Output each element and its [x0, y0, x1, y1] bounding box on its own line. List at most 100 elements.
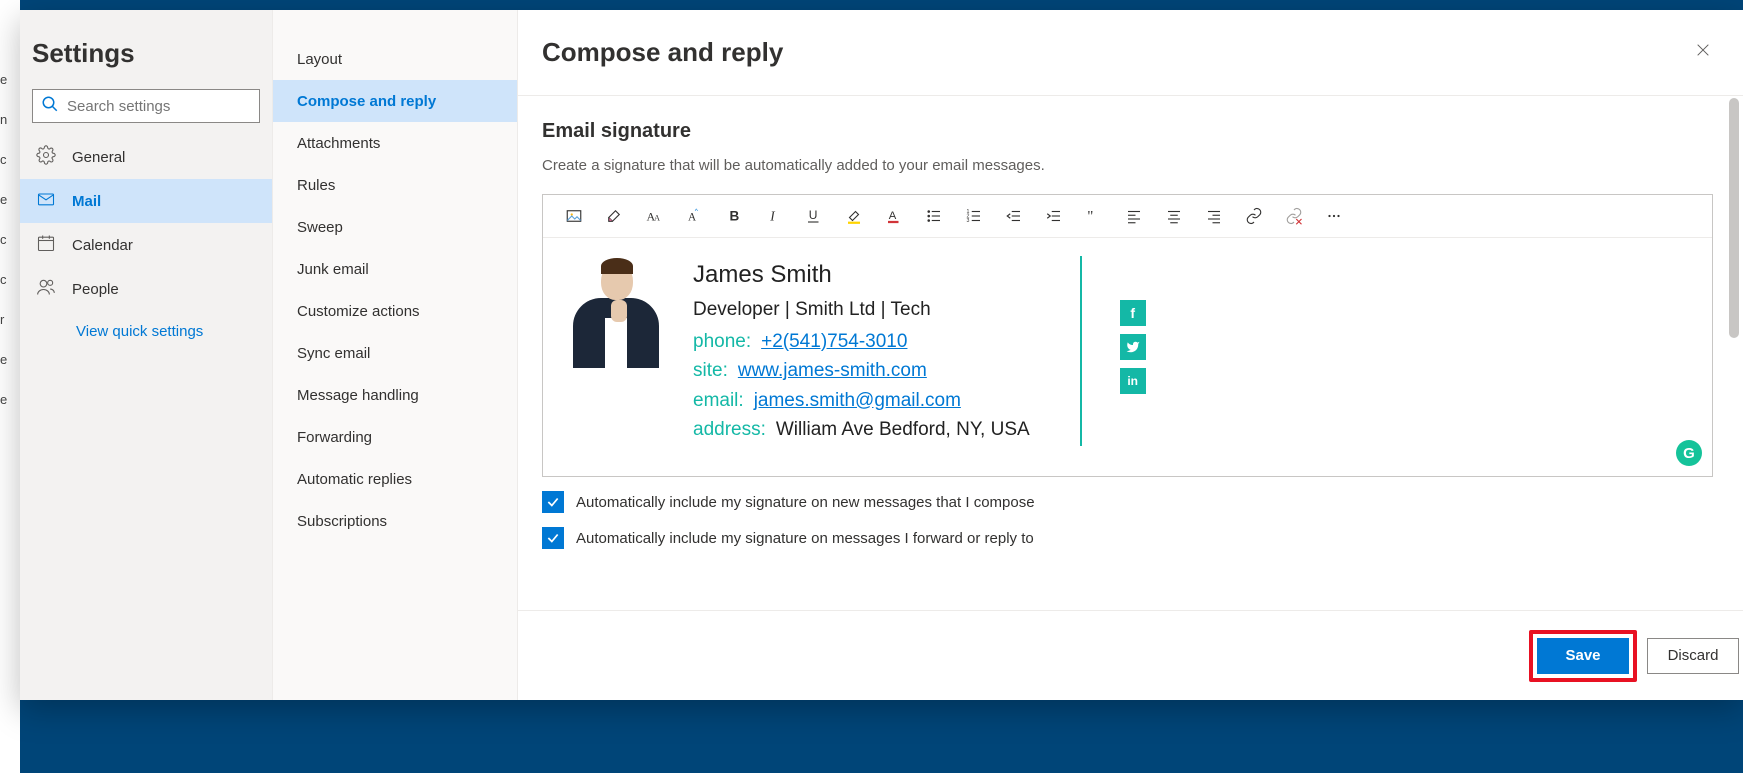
insert-link-icon[interactable]: [1245, 207, 1263, 225]
decrease-indent-icon[interactable]: [1005, 207, 1023, 225]
svg-text:B: B: [730, 209, 740, 224]
linkedin-icon[interactable]: in: [1120, 368, 1146, 394]
signature-editor: AA A^ B I U A 123 ": [542, 194, 1713, 477]
subnav-layout[interactable]: Layout: [273, 38, 517, 80]
insert-image-icon[interactable]: [565, 207, 583, 225]
subnav-customize-actions[interactable]: Customize actions: [273, 290, 517, 332]
subnav-message-handling[interactable]: Message handling: [273, 374, 517, 416]
phone-label: phone:: [693, 327, 751, 356]
font-family-icon[interactable]: AA: [645, 207, 663, 225]
check-reply-forward-label: Automatically include my signature on me…: [576, 530, 1034, 547]
svg-text:^: ^: [695, 208, 699, 215]
mail-icon: [36, 189, 72, 213]
save-highlight-annotation: Save: [1529, 630, 1637, 682]
subnav-sweep[interactable]: Sweep: [273, 206, 517, 248]
bulleted-list-icon[interactable]: [925, 207, 943, 225]
sidebar-item-label: General: [72, 149, 125, 166]
signature-divider: [1080, 256, 1082, 446]
subnav-automatic-replies[interactable]: Automatic replies: [273, 458, 517, 500]
footer: Save Discard: [518, 610, 1743, 700]
check-new-messages-row: Automatically include my signature on ne…: [542, 491, 1713, 513]
signature-name: James Smith: [693, 256, 1030, 293]
sidebar-item-people[interactable]: People: [20, 267, 272, 311]
underline-icon[interactable]: U: [805, 207, 823, 225]
mail-subnav: Layout Compose and reply Attachments Rul…: [273, 10, 518, 700]
settings-title: Settings: [20, 38, 272, 89]
svg-text:A: A: [889, 210, 897, 222]
sidebar-item-label: People: [72, 281, 119, 298]
section-description: Create a signature that will be automati…: [542, 157, 1713, 174]
sidebar-item-general[interactable]: General: [20, 135, 272, 179]
checkbox-reply-forward[interactable]: [542, 527, 564, 549]
main-panel: Compose and reply Email signature Create…: [518, 10, 1743, 700]
subnav-compose-reply[interactable]: Compose and reply: [273, 80, 517, 122]
search-settings-box[interactable]: [32, 89, 260, 123]
site-label: site:: [693, 356, 728, 385]
email-link[interactable]: james.smith@gmail.com: [754, 386, 961, 415]
font-size-icon[interactable]: A^: [685, 207, 703, 225]
quote-icon[interactable]: ": [1085, 207, 1103, 225]
checkbox-new-messages[interactable]: [542, 491, 564, 513]
subnav-forwarding[interactable]: Forwarding: [273, 416, 517, 458]
editor-content[interactable]: James Smith Developer | Smith Ltd | Tech…: [543, 238, 1712, 476]
align-right-icon[interactable]: [1205, 207, 1223, 225]
align-center-icon[interactable]: [1165, 207, 1183, 225]
svg-text:I: I: [769, 209, 776, 224]
editor-toolbar: AA A^ B I U A 123 ": [543, 195, 1712, 238]
signature-photo: [565, 256, 665, 368]
sidebar-item-label: Calendar: [72, 237, 133, 254]
numbered-list-icon[interactable]: 123: [965, 207, 983, 225]
facebook-icon[interactable]: f: [1120, 300, 1146, 326]
search-icon: [41, 95, 67, 118]
address-label: address:: [693, 415, 766, 444]
align-left-icon[interactable]: [1125, 207, 1143, 225]
remove-link-icon[interactable]: [1285, 207, 1303, 225]
font-color-icon[interactable]: A: [885, 207, 903, 225]
sidebar-item-mail[interactable]: Mail: [20, 179, 272, 223]
twitter-icon[interactable]: [1120, 334, 1146, 360]
sidebar-item-calendar[interactable]: Calendar: [20, 223, 272, 267]
subnav-attachments[interactable]: Attachments: [273, 122, 517, 164]
check-reply-forward-row: Automatically include my signature on me…: [542, 527, 1713, 549]
sidebar-item-label: Mail: [72, 193, 101, 210]
subnav-sync-email[interactable]: Sync email: [273, 332, 517, 374]
social-icons: f in: [1120, 256, 1146, 394]
main-header: Compose and reply: [518, 10, 1743, 96]
discard-button[interactable]: Discard: [1647, 638, 1739, 674]
calendar-icon: [36, 233, 72, 257]
obscured-background: enceccree: [0, 0, 20, 773]
address-value: William Ave Bedford, NY, USA: [776, 415, 1030, 444]
subnav-rules[interactable]: Rules: [273, 164, 517, 206]
subnav-subscriptions[interactable]: Subscriptions: [273, 500, 517, 542]
highlight-icon[interactable]: [845, 207, 863, 225]
svg-text:": ": [1087, 209, 1093, 225]
grammarly-icon[interactable]: G: [1676, 440, 1702, 466]
settings-modal: Settings General Mail Calendar People Vi…: [20, 10, 1743, 700]
svg-text:A: A: [654, 214, 660, 223]
people-icon: [36, 277, 72, 301]
page-title: Compose and reply: [542, 37, 783, 68]
view-quick-settings-link[interactable]: View quick settings: [20, 311, 272, 340]
subnav-junk-email[interactable]: Junk email: [273, 248, 517, 290]
signature-text-block: James Smith Developer | Smith Ltd | Tech…: [693, 256, 1030, 444]
scrollbar[interactable]: [1729, 98, 1739, 608]
italic-icon[interactable]: I: [765, 207, 783, 225]
format-painter-icon[interactable]: [605, 207, 623, 225]
close-icon: [1695, 42, 1711, 63]
increase-indent-icon[interactable]: [1045, 207, 1063, 225]
settings-sidebar: Settings General Mail Calendar People Vi…: [20, 10, 273, 700]
gear-icon: [36, 145, 72, 169]
phone-link[interactable]: +2(541)754-3010: [761, 327, 907, 356]
site-link[interactable]: www.james-smith.com: [738, 356, 927, 385]
signature-role: Developer | Smith Ltd | Tech: [693, 295, 1030, 324]
svg-text:U: U: [809, 208, 818, 222]
bold-icon[interactable]: B: [725, 207, 743, 225]
main-body: Email signature Create a signature that …: [518, 96, 1743, 610]
save-button[interactable]: Save: [1537, 638, 1629, 674]
search-settings-input[interactable]: [67, 98, 266, 115]
check-new-messages-label: Automatically include my signature on ne…: [576, 494, 1035, 511]
email-label: email:: [693, 386, 744, 415]
close-button[interactable]: [1687, 37, 1719, 69]
section-title: Email signature: [542, 120, 1713, 143]
more-options-icon[interactable]: [1325, 207, 1343, 225]
